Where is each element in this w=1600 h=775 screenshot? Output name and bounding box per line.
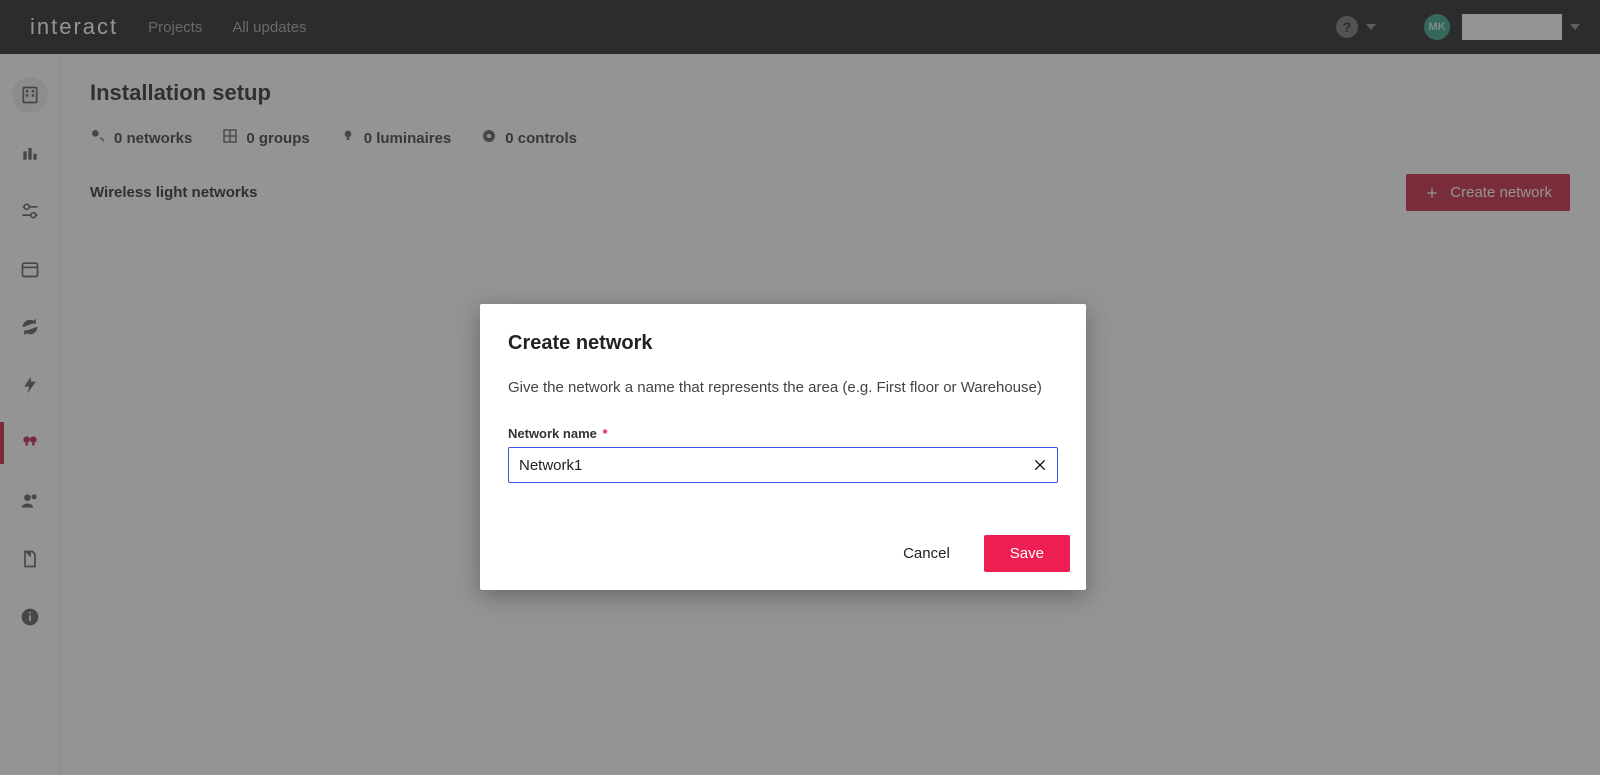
modal-body: Create network Give the network a name t… (480, 304, 1086, 523)
modal-description: Give the network a name that represents … (508, 377, 1058, 398)
cancel-button[interactable]: Cancel (897, 535, 956, 572)
network-name-label: Network name * (508, 426, 1058, 441)
network-name-field-row (508, 447, 1058, 483)
create-network-modal: Create network Give the network a name t… (480, 304, 1086, 590)
modal-title: Create network (508, 332, 1058, 355)
field-label-text: Network name (508, 426, 597, 441)
close-icon (1032, 457, 1048, 473)
required-indicator: * (603, 426, 608, 441)
network-name-input[interactable] (508, 447, 1058, 483)
save-button[interactable]: Save (984, 535, 1070, 572)
clear-input-button[interactable] (1030, 455, 1050, 475)
modal-footer: Cancel Save (480, 523, 1086, 590)
